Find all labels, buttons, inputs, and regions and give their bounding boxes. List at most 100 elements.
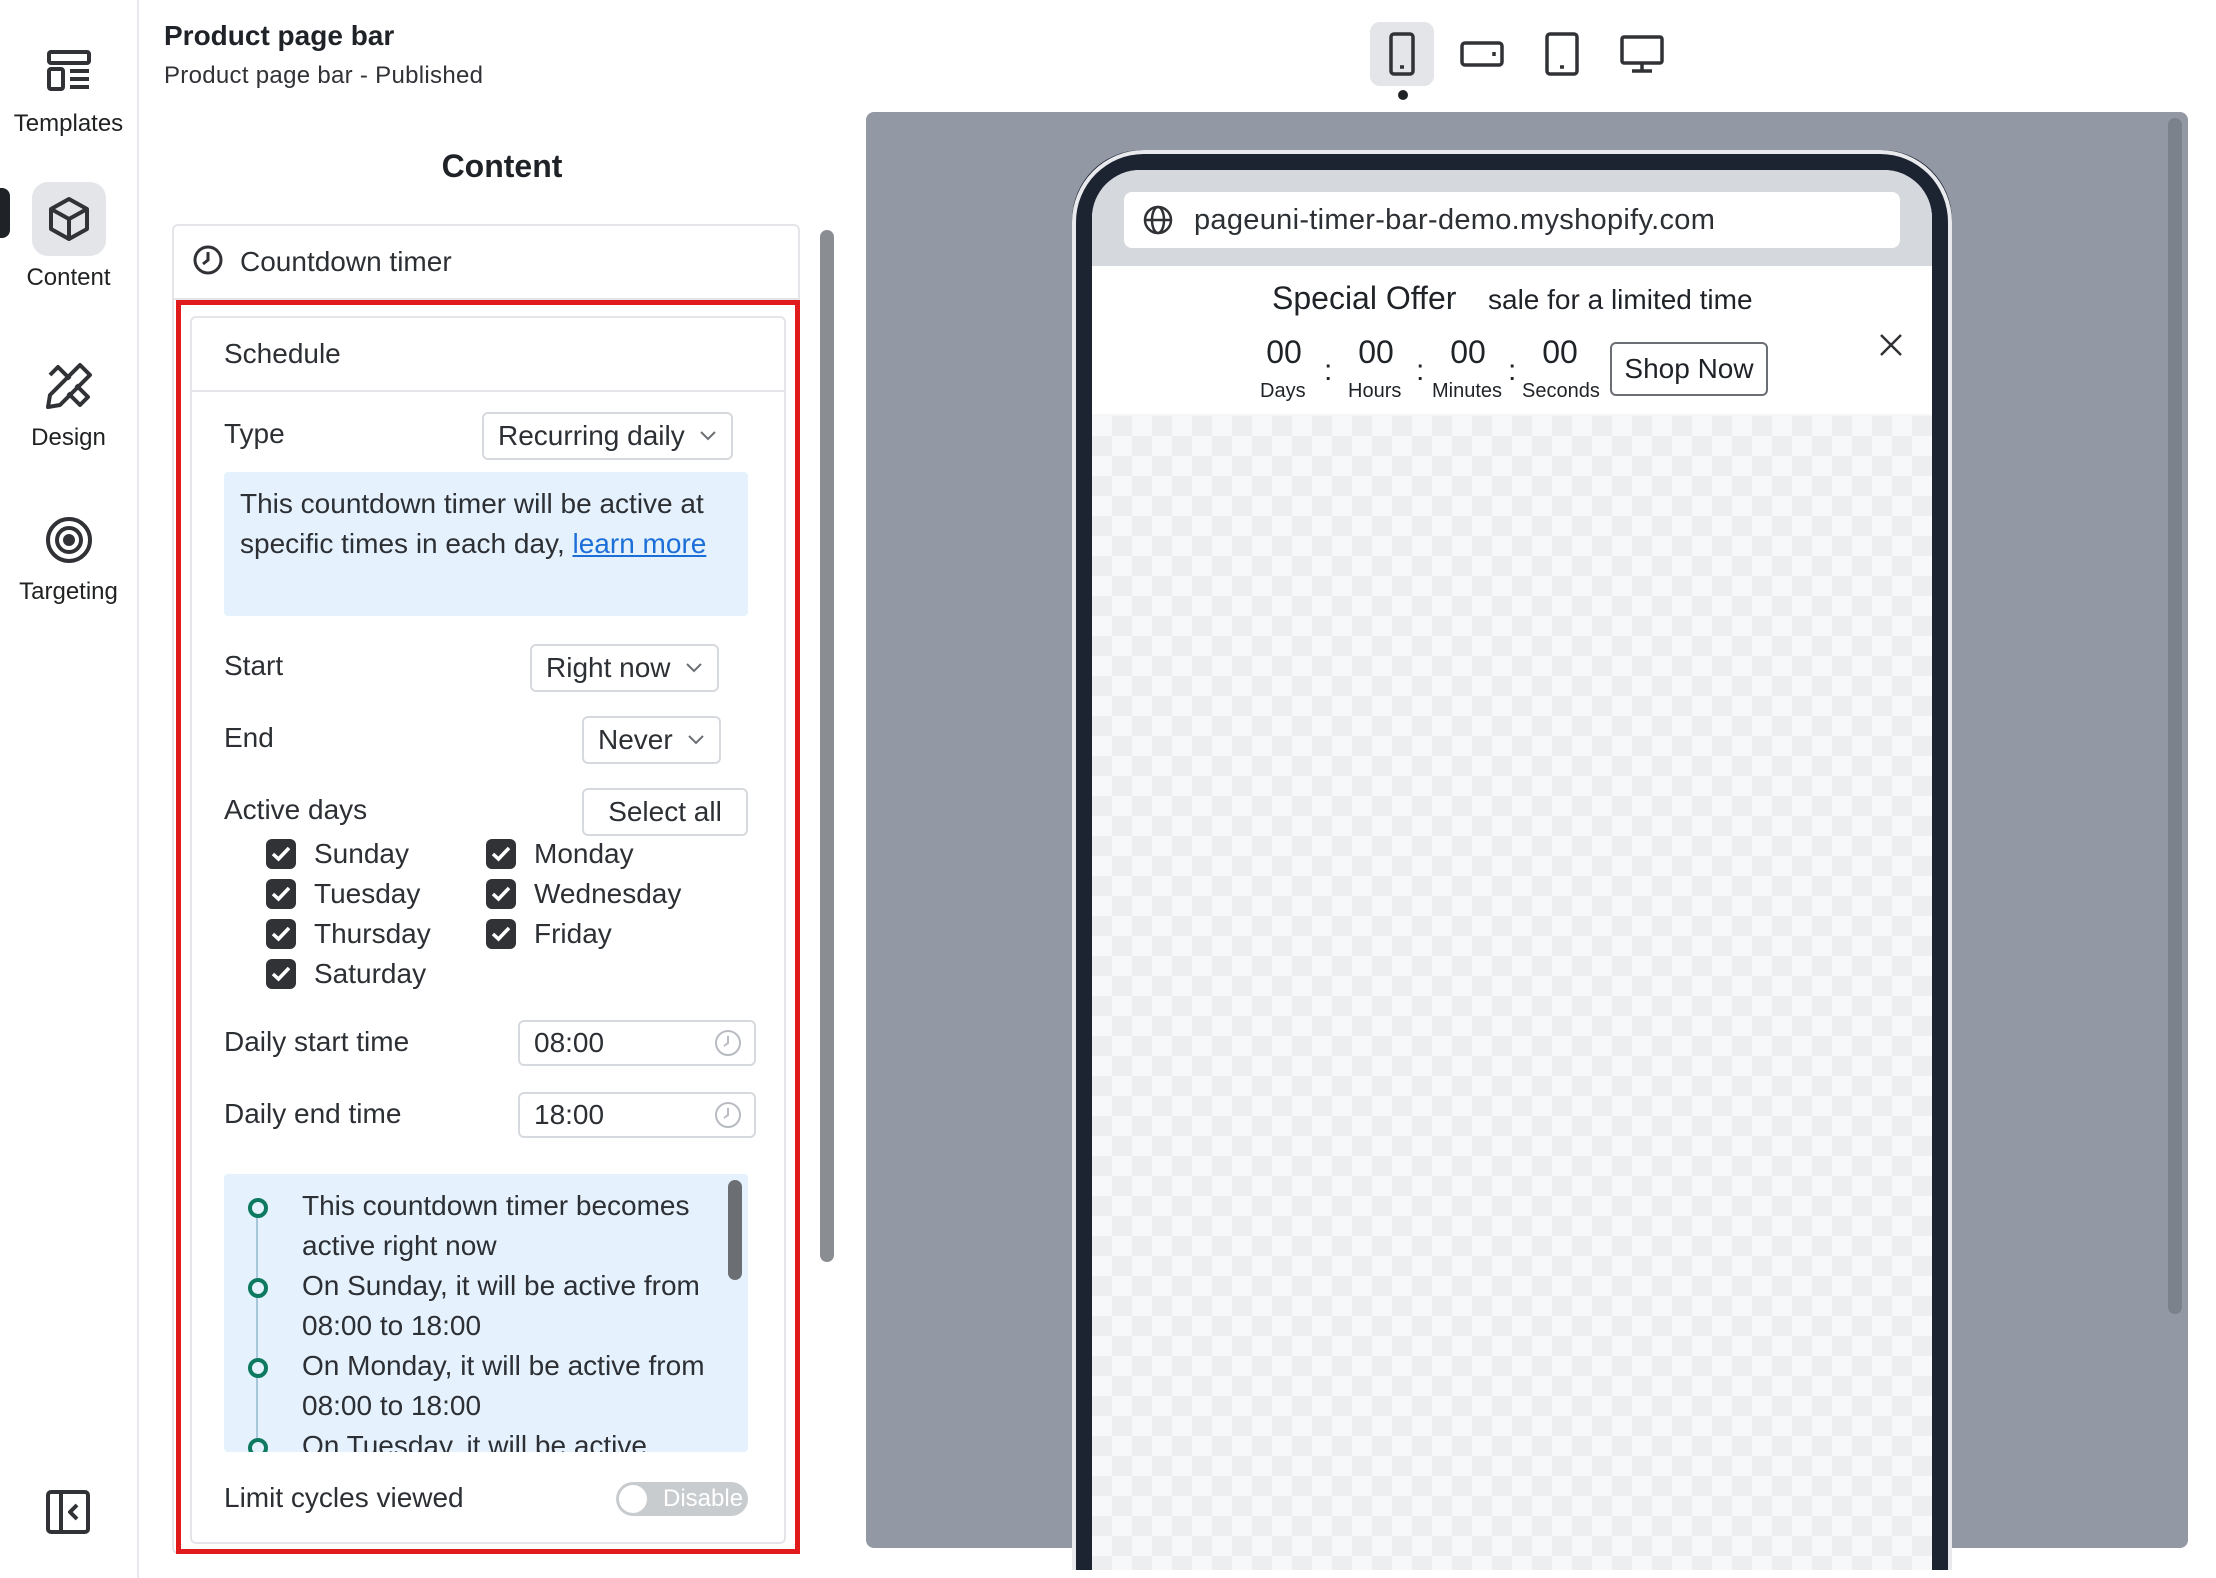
countdown-minutes-label: Minutes (1432, 380, 1503, 402)
rail-label-content: Content (26, 264, 111, 291)
mobile-portrait-button[interactable] (1370, 22, 1434, 86)
type-select[interactable]: Recurring daily (482, 412, 733, 460)
page-subtitle: Product page bar - Published (164, 62, 484, 89)
templates-icon (32, 34, 106, 108)
clock-icon (715, 1102, 741, 1128)
countdown-timer-header[interactable]: Countdown timer (174, 226, 798, 300)
url-bar: pageuni-timer-bar-demo.myshopify.com (1124, 192, 1900, 248)
chevron-down-icon (687, 735, 704, 745)
rail-item-targeting[interactable]: Targeting (0, 510, 137, 606)
rail-item-content[interactable]: Content (0, 182, 137, 292)
day-label: Sunday (314, 838, 409, 869)
device-switcher (1370, 22, 1674, 86)
desktop-icon (1620, 35, 1664, 73)
checkbox-checked-icon (266, 879, 296, 909)
end-label: End (224, 722, 274, 753)
offer-title: Special Offer (1272, 280, 1457, 316)
checkbox-checked-icon (486, 879, 516, 909)
toggle-knob (619, 1485, 647, 1513)
day-checkbox-tuesday[interactable]: Tuesday (266, 878, 420, 910)
timeline-text: This countdown timer becomes active righ… (302, 1190, 690, 1261)
checkbox-checked-icon (486, 839, 516, 869)
timeline-dot-icon (248, 1278, 268, 1298)
schedule-title: Schedule (192, 318, 784, 392)
day-checkbox-wednesday[interactable]: Wednesday (486, 878, 681, 910)
rail-label-targeting: Targeting (19, 578, 118, 605)
limit-cycles-toggle[interactable]: Disable (616, 1482, 748, 1516)
shop-now-button[interactable]: Shop Now (1610, 342, 1768, 396)
rail-item-templates[interactable]: Templates (0, 34, 137, 138)
collapse-sidebar-icon[interactable] (44, 1488, 92, 1536)
limit-cycles-label: Limit cycles viewed (224, 1482, 464, 1513)
countdown-separator: : (1508, 354, 1517, 387)
countdown-separator: : (1324, 354, 1333, 387)
day-label: Wednesday (534, 878, 682, 909)
countdown-hours-label: Hours (1348, 380, 1402, 402)
start-select[interactable]: Right now (530, 644, 719, 692)
offer-subtitle: sale for a limited time (1488, 284, 1753, 315)
clock-icon (715, 1030, 741, 1056)
daily-start-time-input[interactable]: 08:00 (518, 1020, 756, 1066)
start-label: Start (224, 650, 284, 681)
transparent-page-area (1092, 416, 1932, 1570)
tablet-button[interactable] (1530, 22, 1594, 86)
mobile-landscape-icon (1460, 41, 1504, 67)
day-label: Monday (534, 838, 634, 869)
countdown-seconds-value: 00 (1542, 334, 1578, 370)
countdown-seconds-label: Seconds (1522, 380, 1600, 402)
learn-more-link[interactable]: learn more (573, 528, 707, 559)
day-checkbox-sunday[interactable]: Sunday (266, 838, 409, 870)
start-select-value: Right now (546, 652, 671, 683)
checkbox-checked-icon (486, 919, 516, 949)
type-select-value: Recurring daily (498, 420, 685, 451)
target-icon (32, 510, 106, 570)
checkbox-checked-icon (266, 959, 296, 989)
checkbox-checked-icon (266, 919, 296, 949)
type-label: Type (224, 418, 285, 449)
timeline-line (256, 1204, 258, 1452)
panel-heading: Content (441, 148, 563, 184)
active-device-indicator (1398, 90, 1408, 100)
mobile-landscape-button[interactable] (1450, 22, 1514, 86)
daily-end-value: 18:00 (534, 1099, 605, 1130)
panel-scrollbar[interactable] (820, 230, 834, 1262)
schedule-section: Schedule Type Recurring daily This count… (190, 316, 786, 1544)
page-title: Product page bar (164, 20, 395, 51)
timeline-scrollbar[interactable] (728, 1180, 742, 1280)
daily-start-value: 08:00 (534, 1027, 605, 1058)
day-checkbox-monday[interactable]: Monday (486, 838, 634, 870)
end-select[interactable]: Never (582, 716, 721, 764)
timeline-dot-icon (248, 1438, 268, 1452)
daily-end-time-input[interactable]: 18:00 (518, 1092, 756, 1138)
timeline-text: On Tuesday, it will be active (302, 1430, 647, 1452)
chevron-down-icon (685, 663, 702, 673)
desktop-button[interactable] (1610, 22, 1674, 86)
countdown-separator: : (1416, 354, 1425, 387)
day-label: Saturday (314, 958, 427, 989)
toggle-label: Disable (663, 1485, 744, 1512)
active-days-label: Active days (224, 794, 368, 825)
countdown-days-label: Days (1260, 380, 1306, 402)
day-checkbox-friday[interactable]: Friday (486, 918, 612, 950)
countdown-minutes-value: 00 (1450, 334, 1486, 370)
day-checkbox-saturday[interactable]: Saturday (266, 958, 426, 990)
day-label: Thursday (314, 918, 431, 949)
select-all-button[interactable]: Select all (582, 788, 748, 836)
day-label: Friday (534, 918, 612, 949)
timeline-text: On Monday, it will be active from 08:00 … (302, 1350, 705, 1421)
day-checkbox-thursday[interactable]: Thursday (266, 918, 431, 950)
globe-icon (1143, 205, 1173, 235)
preview-scrollbar[interactable] (2168, 118, 2182, 1314)
type-info-banner: This countdown timer will be active at s… (224, 472, 748, 616)
section-title: Countdown timer (240, 246, 452, 277)
chevron-down-icon (700, 431, 716, 441)
day-label: Tuesday (314, 878, 421, 909)
clock-icon (192, 244, 224, 281)
close-icon[interactable] (1876, 330, 1906, 360)
rail-item-design[interactable]: Design (0, 356, 137, 452)
mobile-portrait-icon (1389, 32, 1415, 76)
timeline-text: On Sunday, it will be active from 08:00 … (302, 1270, 700, 1341)
phone-screen: pageuni-timer-bar-demo.myshopify.com Spe… (1092, 170, 1932, 1570)
rail-label-design: Design (31, 424, 106, 451)
end-select-value: Never (598, 724, 673, 755)
